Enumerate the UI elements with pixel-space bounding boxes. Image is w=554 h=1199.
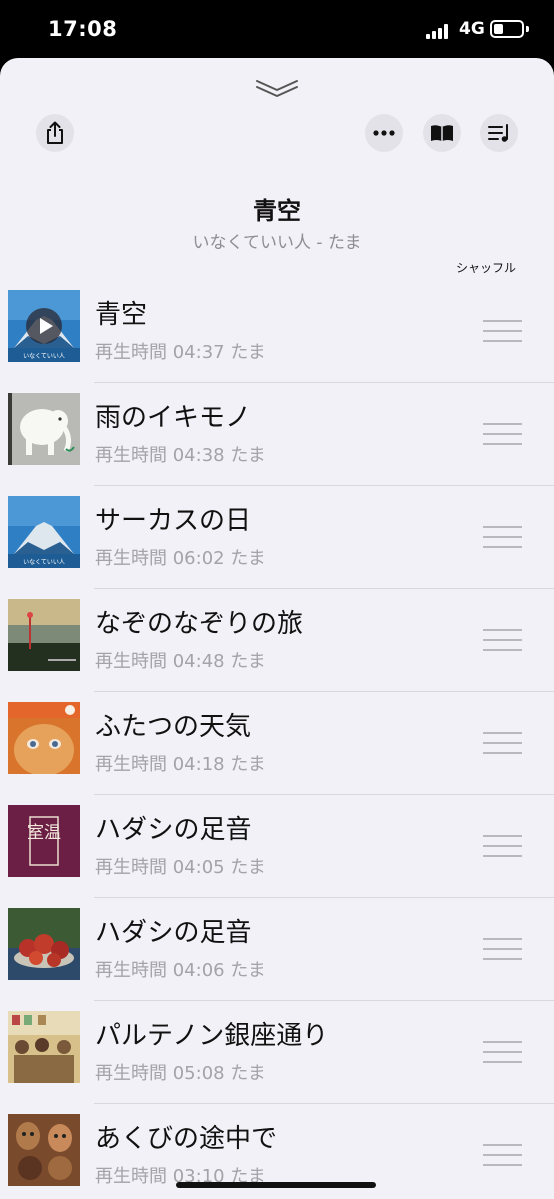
track-title: パルテノン銀座通り (95, 1021, 329, 1051)
album-art (8, 702, 80, 774)
now-playing-indicator-icon (26, 308, 62, 344)
album-art (8, 393, 80, 465)
track-row[interactable]: ハダシの足音 再生時間 04:06 たま (0, 898, 554, 1001)
track-meta: 再生時間 04:38 たま (95, 445, 266, 466)
album-art: いなくていい人 (8, 496, 80, 568)
shuffle-button[interactable]: シャッフル (456, 259, 516, 276)
track-meta: 再生時間 04:06 たま (95, 960, 266, 981)
drag-handle-icon[interactable] (483, 835, 522, 857)
network-type: 4G (459, 19, 485, 39)
track-meta: 再生時間 04:48 たま (95, 651, 266, 672)
track-list: いなくていい人 青空 再生時間 04:37 たま 雨のイキモノ 再生時間 04:… (0, 280, 554, 1199)
drag-handle-icon[interactable] (483, 732, 522, 754)
track-row[interactable]: 室温 ハダシの足音 再生時間 04:05 たま (0, 795, 554, 898)
track-meta: 再生時間 04:18 たま (95, 754, 266, 775)
track-title: サーカスの日 (95, 506, 252, 536)
double-chevron-down-icon[interactable] (255, 78, 299, 98)
drag-handle-icon[interactable] (483, 423, 522, 445)
svg-text:いなくていい人: いなくていい人 (23, 559, 65, 566)
track-row[interactable]: いなくていい人 サーカスの日 再生時間 06:02 たま (0, 486, 554, 589)
queue-button[interactable] (480, 114, 518, 152)
book-icon (431, 125, 453, 141)
track-title: 雨のイキモノ (95, 403, 252, 433)
track-row[interactable]: 雨のイキモノ 再生時間 04:38 たま (0, 383, 554, 486)
track-meta: 再生時間 04:37 たま (95, 342, 266, 363)
album-art: いなくていい人 (8, 290, 80, 362)
drag-handle-icon[interactable] (483, 526, 522, 548)
now-playing-subtitle[interactable]: いなくていい人 - たま (0, 228, 554, 253)
drag-handle-icon[interactable] (483, 1144, 522, 1166)
now-playing-sheet: 青空 いなくていい人 - たま シャッフル いなくていい人 青空 再生時間 04… (0, 58, 554, 1199)
track-title: ふたつの天気 (95, 712, 252, 742)
track-title: あくびの途中で (95, 1124, 278, 1154)
battery-tip (526, 26, 529, 32)
album-art: 室温 (8, 805, 80, 877)
now-playing-title: 青空 (253, 197, 301, 225)
album-art (8, 599, 80, 671)
drag-handle-icon[interactable] (483, 1041, 522, 1063)
status-bar: 17:08 4G (0, 0, 554, 58)
more-options-button[interactable] (365, 114, 403, 152)
lyrics-button[interactable] (423, 114, 461, 152)
track-title: 青空 (95, 300, 148, 330)
drag-handle-icon[interactable] (483, 320, 522, 342)
track-row[interactable]: なぞのなぞりの旅 再生時間 04:48 たま (0, 589, 554, 692)
track-meta: 再生時間 06:02 たま (95, 548, 266, 569)
track-row[interactable]: パルテノン銀座通り 再生時間 05:08 たま (0, 1001, 554, 1104)
track-title: ハダシの足音 (95, 918, 252, 948)
album-art (8, 908, 80, 980)
track-row[interactable]: いなくていい人 青空 再生時間 04:37 たま (0, 280, 554, 383)
track-meta: 再生時間 04:05 たま (95, 857, 266, 878)
home-indicator[interactable] (176, 1182, 376, 1188)
drag-handle-icon[interactable] (483, 938, 522, 960)
album-art (8, 1011, 80, 1083)
signal-strength-icon (426, 23, 452, 39)
svg-text:いなくていい人: いなくていい人 (23, 353, 65, 360)
album-art (8, 1114, 80, 1186)
svg-text:室温: 室温 (27, 823, 61, 843)
battery-level (494, 24, 503, 34)
track-title: なぞのなぞりの旅 (95, 609, 304, 639)
share-icon (47, 121, 63, 144)
battery-icon (490, 20, 524, 38)
ellipsis-icon (373, 130, 395, 136)
status-time: 17:08 (48, 17, 118, 41)
track-meta: 再生時間 05:08 たま (95, 1063, 266, 1084)
queue-music-icon (488, 124, 508, 142)
share-button[interactable] (36, 114, 74, 152)
track-title: ハダシの足音 (95, 815, 252, 845)
track-row[interactable]: ふたつの天気 再生時間 04:18 たま (0, 692, 554, 795)
drag-handle-icon[interactable] (483, 629, 522, 651)
